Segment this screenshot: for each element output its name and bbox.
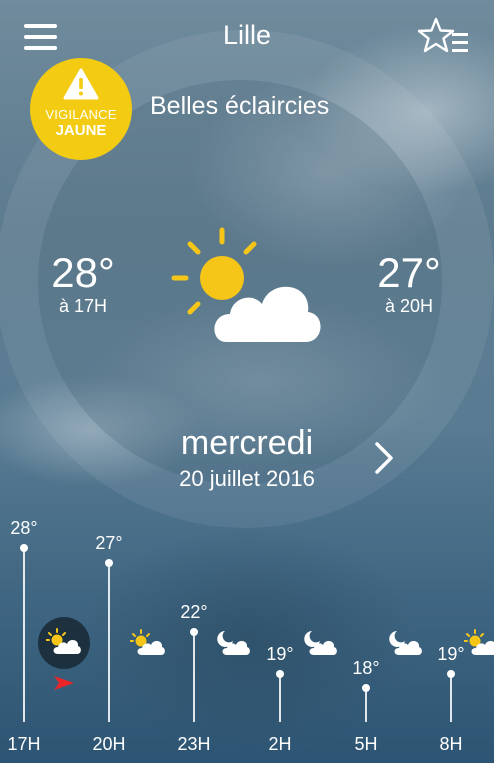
sun-cloud-icon [463,629,494,657]
max-temp-value: 28° [51,249,115,296]
next-temp-time: à 20H [384,296,434,316]
timeline-dot [20,544,28,552]
timeline-stem [23,548,25,722]
timeline-dot [447,670,455,678]
forecast-temp: 19° [266,644,294,664]
forecast-hour[interactable]: 17H [0,734,49,755]
forecast-temp: 18° [352,658,380,678]
sun-cloud-icon [45,628,82,656]
next-temp-value: 27° [377,249,441,296]
forecast-temp: 22° [180,602,208,622]
vigilance-level: JAUNE [55,122,107,139]
forecast-temp: 27° [95,533,123,553]
timeline-stem [365,688,367,722]
timeline-stem [108,563,110,722]
day-date: 20 juillet 2016 [179,466,315,491]
moon-cloud-icon [215,629,251,657]
vigilance-label: VIGILANCE [45,107,117,122]
timeline-dot [362,684,370,692]
timeline-stem [193,632,195,722]
weather-condition: Belles éclaircies [150,92,330,120]
red-arrow-icon [52,674,76,692]
forecast-hour[interactable]: 20H [84,734,134,755]
timeline-dot [105,559,113,567]
vigilance-badge[interactable]: VIGILANCE JAUNE [30,58,132,160]
timeline-stem [279,674,281,722]
moon-cloud-icon [387,629,423,657]
forecast-temp: 28° [10,518,38,538]
max-temp-block: 28° à 17H [28,249,138,317]
day-name: mercredi [180,424,314,462]
timeline-dot [276,670,284,678]
max-temp-time: à 17H [58,296,108,316]
next-temp-block: 27° à 20H [354,249,464,317]
chevron-right-icon[interactable] [368,438,398,478]
forecast-hour[interactable]: 2H [255,734,305,755]
forecast-hour[interactable]: 8H [426,734,476,755]
star-list-icon[interactable] [416,14,472,62]
timeline-stem [450,674,452,722]
timeline-dot [190,628,198,636]
forecast-hour[interactable]: 5H [341,734,391,755]
warning-triangle-icon [63,68,99,100]
forecast-hour[interactable]: 23H [169,734,219,755]
moon-cloud-icon [302,629,338,657]
sun-cloud-icon [129,629,166,657]
sun-cloud-icon [166,226,326,348]
